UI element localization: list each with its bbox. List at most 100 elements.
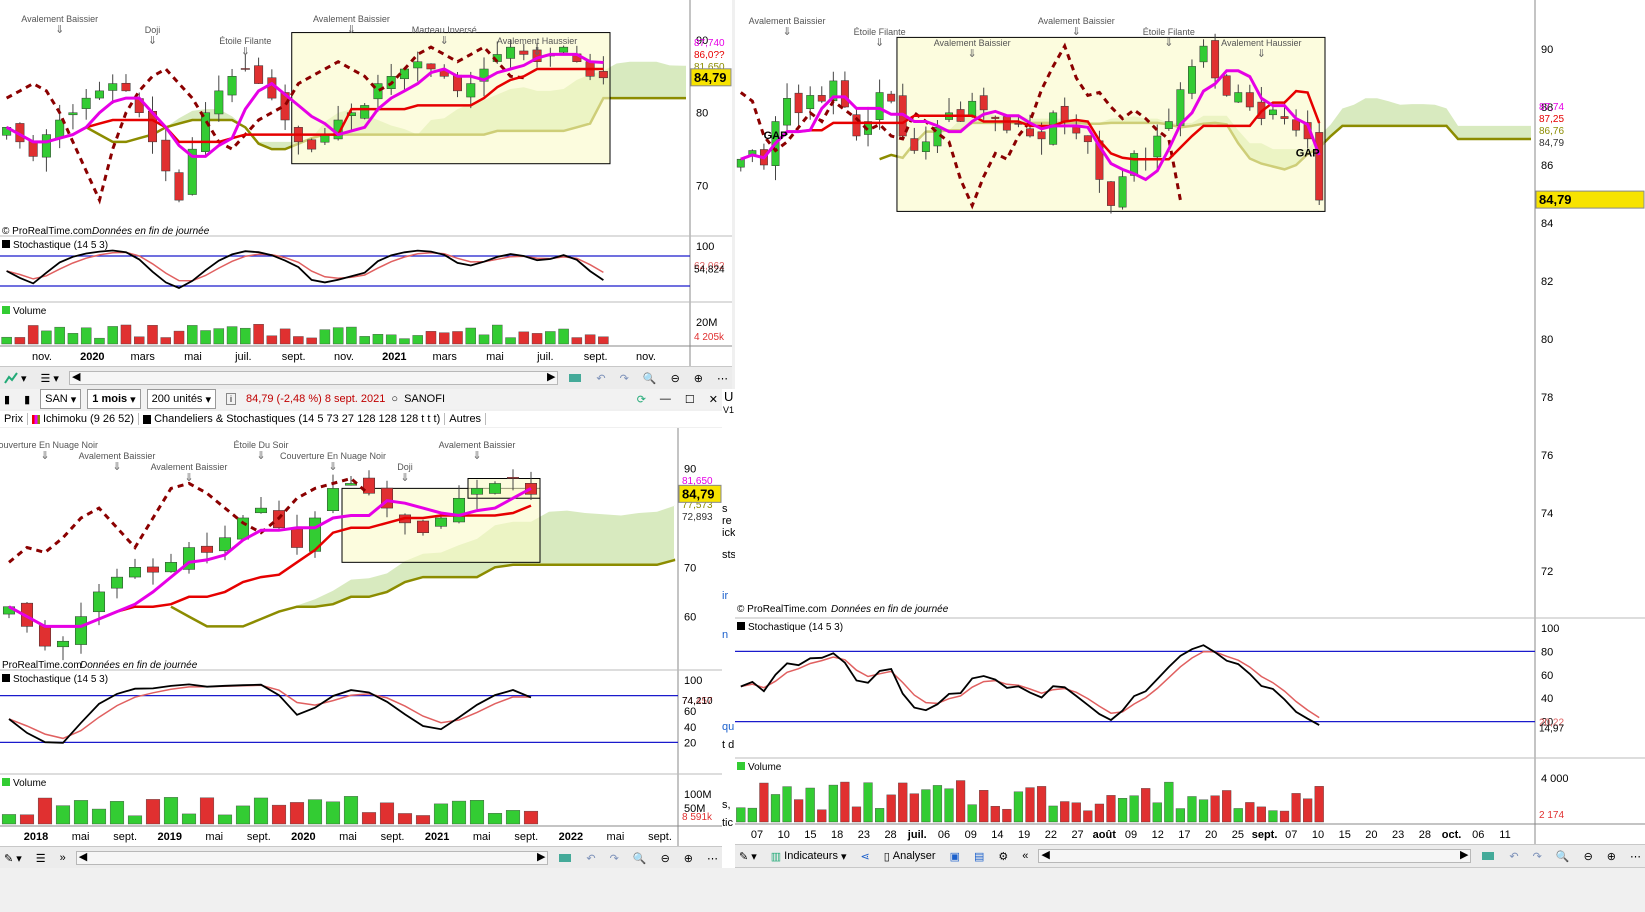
zoom-area-icon: 🔍	[1555, 850, 1570, 863]
undo-button[interactable]: ↶	[582, 848, 599, 868]
last-price-tag: 84,79	[682, 486, 715, 501]
zoom-out-button[interactable]: ⊖	[1580, 846, 1597, 866]
draw-tool-button[interactable]: ✎ ▾	[0, 848, 26, 868]
candle	[887, 93, 896, 102]
volume-bar	[253, 797, 269, 825]
volume-bar	[346, 326, 357, 345]
refresh-button[interactable]: ⟳	[633, 389, 650, 409]
redo-button[interactable]: ↷	[616, 368, 633, 388]
volume-bar	[782, 786, 792, 823]
chart-top-left-svg: Avalement Baissier⇓ Doji⇓ Étoile Filante⇓A…	[0, 0, 732, 366]
collapse-button[interactable]: «	[1018, 846, 1032, 866]
zoom-area-button[interactable]: 🔍	[629, 848, 651, 868]
chart-type-icon-2[interactable]: ▮	[20, 389, 34, 409]
x-tick-label: 2018	[24, 831, 48, 843]
tab-candles[interactable]: Chandeliers & Stochastiques (14 5 73 27 …	[139, 413, 446, 425]
stoch-swatch-icon	[2, 240, 10, 248]
close-button[interactable]: ✕	[705, 389, 722, 409]
zoom-in-button[interactable]: ⊕	[1603, 846, 1620, 866]
volume-bar	[173, 330, 185, 345]
down-arrow-icon: ⇓	[875, 37, 884, 49]
chevron-down-icon: ▾	[70, 393, 77, 406]
scroll-right-icon: ▶	[536, 851, 546, 863]
redo-button[interactable]: ↷	[606, 848, 623, 868]
volume-bar	[235, 805, 251, 825]
down-arrow-icon: ⇓	[1164, 37, 1173, 49]
x-tick-label: 09	[1125, 829, 1137, 841]
more-button[interactable]: ⋯	[1626, 846, 1645, 866]
volume-bar	[163, 797, 179, 825]
zoom-out-button[interactable]: ⊖	[657, 848, 674, 868]
candle	[1268, 109, 1277, 116]
settings-button[interactable]: ⚙	[994, 846, 1012, 866]
more-button[interactable]: ⋯	[713, 368, 732, 388]
y-tick-label: 86	[1541, 160, 1553, 172]
indicators-button[interactable]: ▥ Indicateurs ▾	[767, 846, 851, 866]
stoch-d-line	[6, 251, 604, 282]
minimize-button[interactable]: —	[656, 389, 675, 409]
price-side-tag: 86,76	[1539, 126, 1564, 137]
zoom-fit-button[interactable]	[1477, 846, 1499, 866]
undo-button[interactable]: ↶	[592, 368, 609, 388]
redo-button[interactable]: ↷	[1529, 846, 1546, 866]
menu-button[interactable]: ☰ ▾	[37, 368, 63, 388]
x-tick-label: sept.	[648, 831, 672, 843]
tab-price[interactable]: Prix	[0, 413, 28, 425]
x-tick-label: 2020	[291, 831, 315, 843]
expand-button[interactable]: »	[56, 848, 70, 868]
x-tick-label: 2021	[425, 831, 449, 843]
chart-type-icon-1[interactable]: ▮	[0, 389, 14, 409]
symbol-select[interactable]: SAN ▾	[40, 389, 82, 409]
volume-bar	[967, 804, 977, 823]
down-arrow-icon: ⇓	[472, 450, 481, 462]
chart-right-svg: Avalement Baissier⇓ Étoile Filante⇓ Avalem…	[735, 0, 1645, 844]
candle	[128, 567, 142, 578]
x-tick-label: nov.	[636, 351, 656, 363]
volume-label: Volume	[748, 762, 782, 773]
tab-ichimoku[interactable]: Ichimoku (9 26 52)	[28, 413, 140, 425]
more-button[interactable]: ⋯	[703, 848, 722, 868]
share-button[interactable]: ⋖	[857, 846, 874, 866]
tab-others[interactable]: Autres	[445, 413, 487, 425]
volume-bar	[1222, 790, 1232, 823]
horizontal-scrollbar[interactable]: ◀ ▶	[1038, 849, 1472, 863]
volume-bar	[1256, 806, 1266, 823]
analyze-button[interactable]: ▯ Analyser	[880, 846, 940, 866]
x-tick-label: mai	[72, 831, 90, 843]
maximize-button[interactable]: ☐	[681, 389, 699, 409]
menu-button[interactable]: ☰	[32, 848, 50, 868]
zoom-fit-button[interactable]	[564, 368, 586, 388]
candle	[519, 50, 529, 55]
horizontal-scrollbar[interactable]: ◀ ▶	[68, 371, 559, 385]
info-button[interactable]: i	[222, 389, 240, 409]
bg-snippet: tic	[722, 817, 733, 829]
price-side-tag: 87,740	[694, 38, 725, 49]
undo-button[interactable]: ↶	[1505, 846, 1522, 866]
zoom-area-button[interactable]: 🔍	[639, 368, 661, 388]
period-select[interactable]: 1 mois ▾	[87, 389, 141, 409]
volume-bar	[147, 325, 158, 345]
zoom-in-button[interactable]: ⊕	[680, 848, 697, 868]
volume-bar	[399, 338, 410, 345]
units-select[interactable]: 200 unités ▾	[146, 389, 216, 409]
pencil-chart-icon	[4, 372, 18, 384]
layout-button[interactable]: ▤	[970, 846, 988, 866]
zoom-fit-button[interactable]	[554, 848, 576, 868]
draw-tool-button[interactable]: ▾	[0, 368, 31, 388]
volume-bar	[19, 814, 35, 825]
candle	[174, 172, 184, 201]
zoom-in-button[interactable]: ⊕	[690, 368, 707, 388]
zoom-area-button[interactable]: 🔍	[1552, 846, 1574, 866]
down-arrow-icon: ⇓	[440, 35, 449, 47]
horizontal-scrollbar[interactable]: ◀ ▶	[75, 851, 549, 865]
zoom-out-button[interactable]: ⊖	[667, 368, 684, 388]
volume-bar	[452, 331, 463, 345]
volume-bar	[1117, 798, 1128, 823]
stoch-k-line	[740, 644, 1320, 726]
chat-button[interactable]: ▣	[946, 846, 964, 866]
volume-bar	[1291, 793, 1301, 823]
volume-bar	[518, 331, 530, 345]
x-tick-label: mai	[607, 831, 625, 843]
draw-tool-button[interactable]: ✎ ▾	[735, 846, 761, 866]
fit-icon	[569, 374, 582, 382]
